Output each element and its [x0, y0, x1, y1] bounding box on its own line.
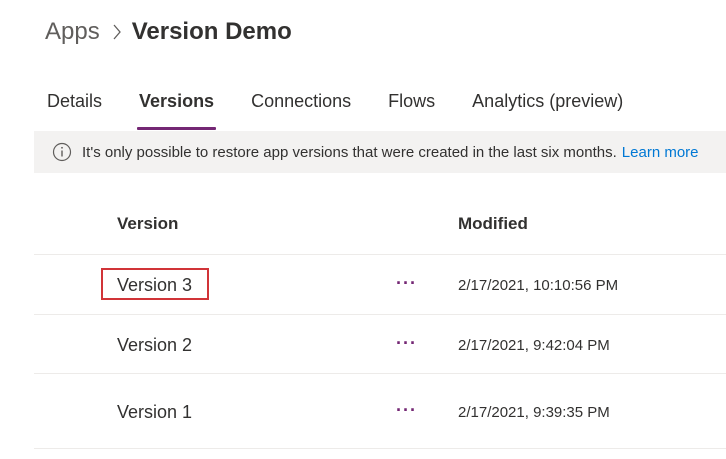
more-options-icon[interactable]: ··· — [396, 333, 417, 354]
more-options-icon[interactable]: ··· — [396, 273, 417, 294]
info-banner: It's only possible to restore app versio… — [34, 131, 726, 173]
modified-date: 2/17/2021, 10:10:56 PM — [458, 277, 619, 294]
breadcrumb-apps-link[interactable]: Apps — [45, 18, 100, 46]
modified-date: 2/17/2021, 9:39:35 PM — [458, 404, 610, 421]
table-row[interactable]: Version 2 ··· 2/17/2021, 9:42:04 PM — [34, 315, 726, 374]
version-name[interactable]: Version 1 — [117, 402, 192, 423]
app-versions-page: Apps Version Demo Details Versions Conne… — [0, 0, 726, 459]
tab-connections[interactable]: Connections — [251, 82, 351, 122]
chevron-right-icon — [112, 24, 122, 40]
modified-date: 2/17/2021, 9:42:04 PM — [458, 337, 610, 354]
tab-versions[interactable]: Versions — [137, 82, 217, 130]
breadcrumb: Apps Version Demo — [45, 14, 292, 50]
more-options-icon[interactable]: ··· — [396, 400, 417, 421]
table-header: Version Modified — [34, 196, 726, 255]
learn-more-link[interactable]: Learn more — [622, 144, 699, 161]
tab-flows[interactable]: Flows — [388, 82, 435, 122]
info-icon — [52, 142, 72, 162]
column-header-version[interactable]: Version — [117, 214, 178, 234]
banner-message: It's only possible to restore app versio… — [82, 143, 617, 161]
highlight-box — [101, 268, 209, 300]
tab-details[interactable]: Details — [47, 82, 102, 122]
tab-bar: Details Versions Connections Flows Analy… — [47, 82, 660, 130]
version-name[interactable]: Version 2 — [117, 335, 192, 356]
column-header-modified[interactable]: Modified — [458, 214, 528, 234]
page-title: Version Demo — [131, 18, 292, 45]
tab-analytics[interactable]: Analytics (preview) — [472, 82, 623, 122]
table-row[interactable]: Version 1 ··· 2/17/2021, 9:39:35 PM — [34, 374, 726, 449]
